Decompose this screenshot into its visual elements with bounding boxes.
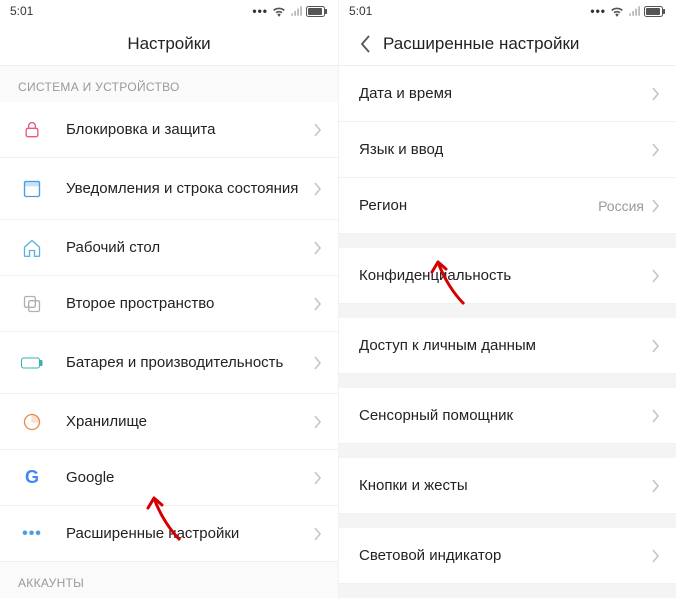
page-title: Расширенные настройки [383, 34, 579, 54]
status-bar: 5:01 ••• [0, 0, 338, 22]
second-space-icon [18, 290, 46, 318]
wifi-icon [272, 5, 286, 17]
row-label: Батарея и производительность [66, 353, 310, 373]
header: Настройки [0, 22, 338, 66]
settings-list: Кнопки и жесты [339, 458, 676, 514]
row-label: Уведомления и строка состояния [66, 179, 310, 199]
row-lock-and-security[interactable]: Блокировка и защита [0, 102, 338, 158]
chevron-right-icon [310, 471, 326, 485]
settings-list: Световой индикатор [339, 528, 676, 584]
row-date-time[interactable]: Дата и время [339, 66, 676, 122]
battery-perf-icon [18, 349, 46, 377]
chevron-right-icon [648, 87, 664, 101]
cellular-icon [628, 5, 640, 17]
battery-icon [644, 6, 666, 17]
row-second-space[interactable]: Второе пространство [0, 276, 338, 332]
row-label: Хранилище [66, 412, 310, 432]
row-label: Google [66, 468, 310, 488]
row-language-input[interactable]: Язык и ввод [339, 122, 676, 178]
google-icon: G [18, 464, 46, 492]
status-icons: ••• [252, 4, 328, 18]
row-label: Рабочий стол [66, 238, 310, 258]
row-label: Второе пространство [66, 294, 310, 314]
chevron-right-icon [648, 549, 664, 563]
signal-dots-icon: ••• [252, 4, 268, 18]
row-label: Блокировка и защита [66, 120, 310, 140]
status-bar: 5:01 ••• [339, 0, 676, 22]
settings-list: Сенсорный помощник [339, 388, 676, 444]
wifi-icon [610, 5, 624, 17]
phone-right: 5:01 ••• Расширенные настройки Дата и вр… [338, 0, 676, 600]
row-label: Кнопки и жесты [359, 476, 648, 496]
header: Расширенные настройки [339, 22, 676, 66]
row-battery[interactable]: Батарея и производительность [0, 332, 338, 394]
chevron-right-icon [648, 479, 664, 493]
chevron-right-icon [310, 182, 326, 196]
chevron-right-icon [310, 241, 326, 255]
row-led-indicator[interactable]: Световой индикатор [339, 528, 676, 584]
chevron-right-icon [310, 123, 326, 137]
settings-list: Доступ к личным данным [339, 318, 676, 374]
row-label: Световой индикатор [359, 546, 648, 566]
chevron-right-icon [648, 269, 664, 283]
row-home-screen[interactable]: Рабочий стол [0, 220, 338, 276]
row-personal-data-access[interactable]: Доступ к личным данным [339, 318, 676, 374]
cellular-icon [290, 5, 302, 17]
back-button[interactable] [347, 22, 383, 66]
row-label: Язык и ввод [359, 140, 648, 160]
row-region[interactable]: Регион Россия [339, 178, 676, 234]
chevron-right-icon [648, 409, 664, 423]
gap [339, 374, 676, 388]
row-advanced-settings[interactable]: ••• Расширенные настройки [0, 506, 338, 562]
gap [339, 584, 676, 598]
row-label: Доступ к личным данным [359, 336, 648, 356]
settings-list: Дата и время Язык и ввод Регион Россия [339, 66, 676, 234]
row-label: Конфиденциальность [359, 266, 648, 286]
chevron-right-icon [648, 339, 664, 353]
chevron-right-icon [310, 297, 326, 311]
chevron-right-icon [310, 527, 326, 541]
battery-icon [306, 6, 328, 17]
section-header-system: СИСТЕМА И УСТРОЙСТВО [0, 66, 338, 102]
row-label: Регион [359, 196, 598, 216]
section-header-accounts: АККАУНТЫ [0, 562, 338, 598]
row-touch-assistant[interactable]: Сенсорный помощник [339, 388, 676, 444]
notification-icon [18, 175, 46, 203]
signal-dots-icon: ••• [590, 4, 606, 18]
gap [339, 444, 676, 458]
settings-list: Конфиденциальность [339, 248, 676, 304]
row-label: Дата и время [359, 84, 648, 104]
lock-icon [18, 116, 46, 144]
gap [339, 304, 676, 318]
row-value: Россия [598, 198, 644, 214]
row-buttons-gestures[interactable]: Кнопки и жесты [339, 458, 676, 514]
chevron-right-icon [310, 415, 326, 429]
chevron-right-icon [648, 143, 664, 157]
row-google[interactable]: G Google [0, 450, 338, 506]
status-icons: ••• [590, 4, 666, 18]
gap [339, 514, 676, 528]
more-icon: ••• [18, 520, 46, 548]
chevron-right-icon [648, 199, 664, 213]
row-notifications[interactable]: Уведомления и строка состояния [0, 158, 338, 220]
home-icon [18, 234, 46, 262]
row-privacy[interactable]: Конфиденциальность [339, 248, 676, 304]
page-title: Настройки [127, 34, 210, 54]
row-label: Сенсорный помощник [359, 406, 648, 426]
status-time: 5:01 [349, 4, 372, 18]
phone-left: 5:01 ••• Настройки СИСТЕМА И УСТРОЙСТВО … [0, 0, 338, 600]
settings-list: Блокировка и защита Уведомления и строка… [0, 102, 338, 562]
storage-icon [18, 408, 46, 436]
chevron-right-icon [310, 356, 326, 370]
status-time: 5:01 [10, 4, 33, 18]
row-storage[interactable]: Хранилище [0, 394, 338, 450]
gap [339, 234, 676, 248]
row-label: Расширенные настройки [66, 524, 310, 544]
